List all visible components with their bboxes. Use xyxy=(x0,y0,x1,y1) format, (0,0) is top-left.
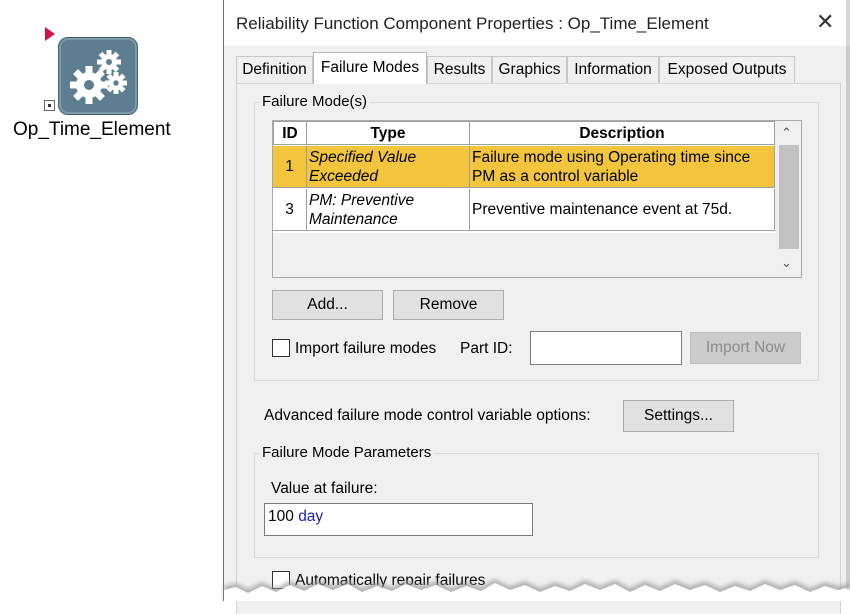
torn-edge-decoration xyxy=(224,0,850,601)
